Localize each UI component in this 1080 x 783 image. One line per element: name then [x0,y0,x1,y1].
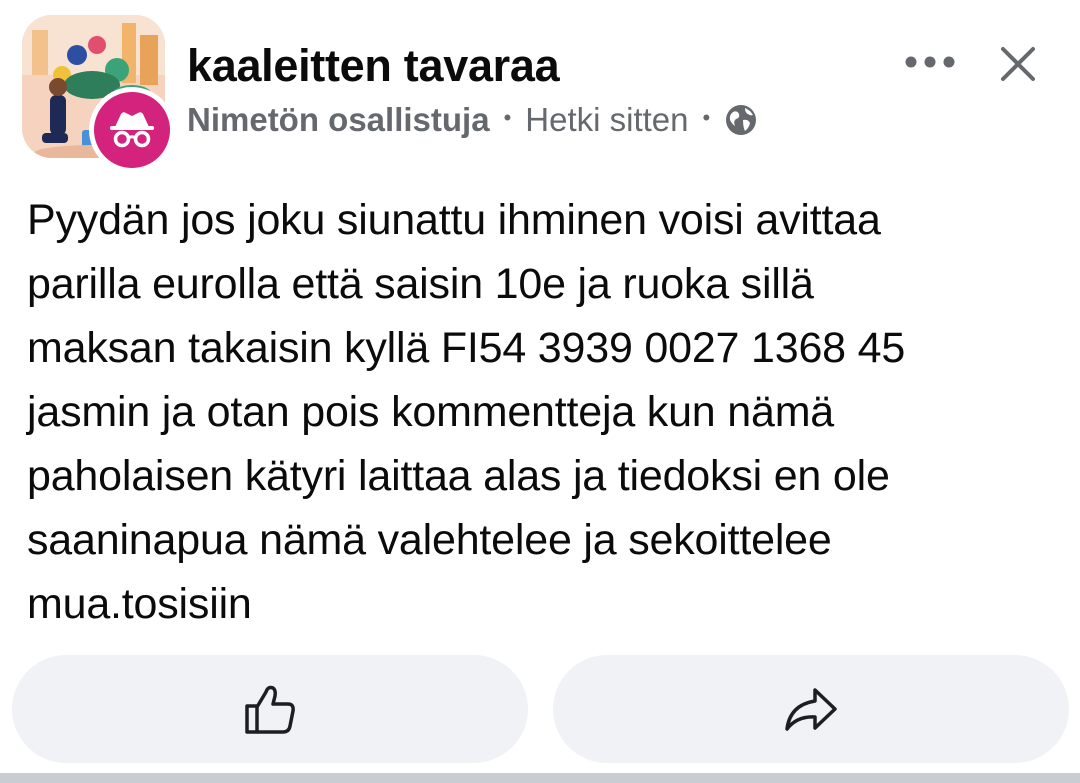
thumbs-up-icon [245,685,295,734]
close-button[interactable] [990,36,1046,92]
more-options-button[interactable] [895,40,965,84]
bottom-divider [0,773,1080,783]
incognito-icon [94,92,170,168]
meta-separator: • [503,105,512,130]
group-name-link[interactable]: kaaleitten tavaraa [187,40,560,92]
meta-separator: • [702,105,711,130]
more-horizontal-icon [905,56,955,68]
post-timestamp[interactable]: Hetki sitten [525,101,688,139]
share-button[interactable] [553,655,1069,763]
author-name[interactable]: Nimetön osallistuja [187,101,490,139]
like-button[interactable] [12,655,528,763]
close-icon [1001,47,1035,81]
share-arrow-icon [785,688,837,731]
anonymous-participant-avatar[interactable] [89,87,175,173]
post-body-text: Pyydän jos joku siunattu ihminen voisi a… [27,196,906,628]
post-meta: Nimetön osallistuja • Hetki sitten • [187,98,758,142]
globe-icon [724,103,758,137]
